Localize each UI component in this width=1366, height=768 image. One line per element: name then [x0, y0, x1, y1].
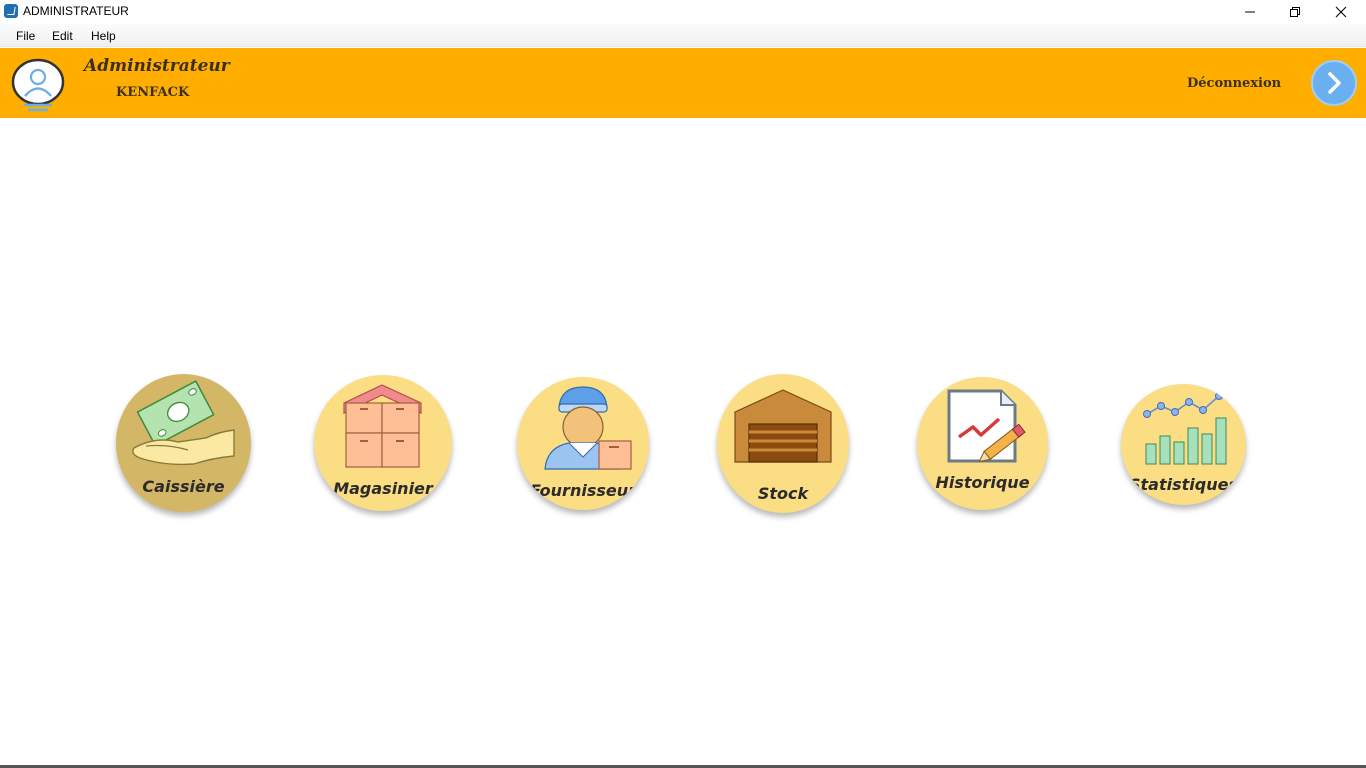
module-caissiere[interactable]: Caissière — [116, 374, 251, 512]
module-label: Magasinier — [333, 479, 433, 498]
module-stock[interactable]: Stock — [717, 374, 849, 513]
user-header: Administrateur KENFACK Déconnexion — [0, 48, 1366, 118]
menu-help[interactable]: Help — [91, 29, 116, 43]
menu-edit[interactable]: Edit — [52, 29, 73, 43]
module-magasinier[interactable]: Magasinier — [314, 375, 452, 511]
window-title: ADMINISTRATEUR — [23, 4, 129, 18]
module-label: Caissière — [142, 477, 225, 496]
module-label: Fournisseur — [529, 481, 636, 500]
module-statistiques[interactable]: Statistiques — [1121, 384, 1246, 505]
minimize-icon — [1245, 11, 1255, 13]
username: KENFACK — [116, 85, 190, 100]
module-label: Statistiques — [1129, 475, 1238, 494]
chevron-right-icon — [1328, 72, 1341, 94]
menu-file[interactable]: File — [16, 29, 35, 43]
module-label: Historique — [935, 473, 1030, 492]
restore-icon — [1290, 7, 1300, 17]
user-role: Administrateur — [84, 56, 230, 76]
close-icon — [1335, 6, 1347, 18]
module-historique[interactable]: Historique — [917, 377, 1048, 510]
title-bar: ADMINISTRATEUR — [0, 0, 1366, 24]
module-fournisseur[interactable]: Fournisseur — [517, 377, 649, 510]
logout-button[interactable] — [1311, 60, 1357, 106]
minimize-button[interactable] — [1227, 0, 1273, 24]
logout-label[interactable]: Déconnexion — [1187, 76, 1281, 91]
user-avatar-icon — [10, 55, 66, 113]
close-button[interactable] — [1318, 0, 1364, 24]
module-label: Stock — [757, 484, 809, 503]
menu-bar: File Edit Help — [0, 24, 1366, 47]
restore-button[interactable] — [1272, 0, 1318, 24]
app-icon — [4, 4, 18, 18]
